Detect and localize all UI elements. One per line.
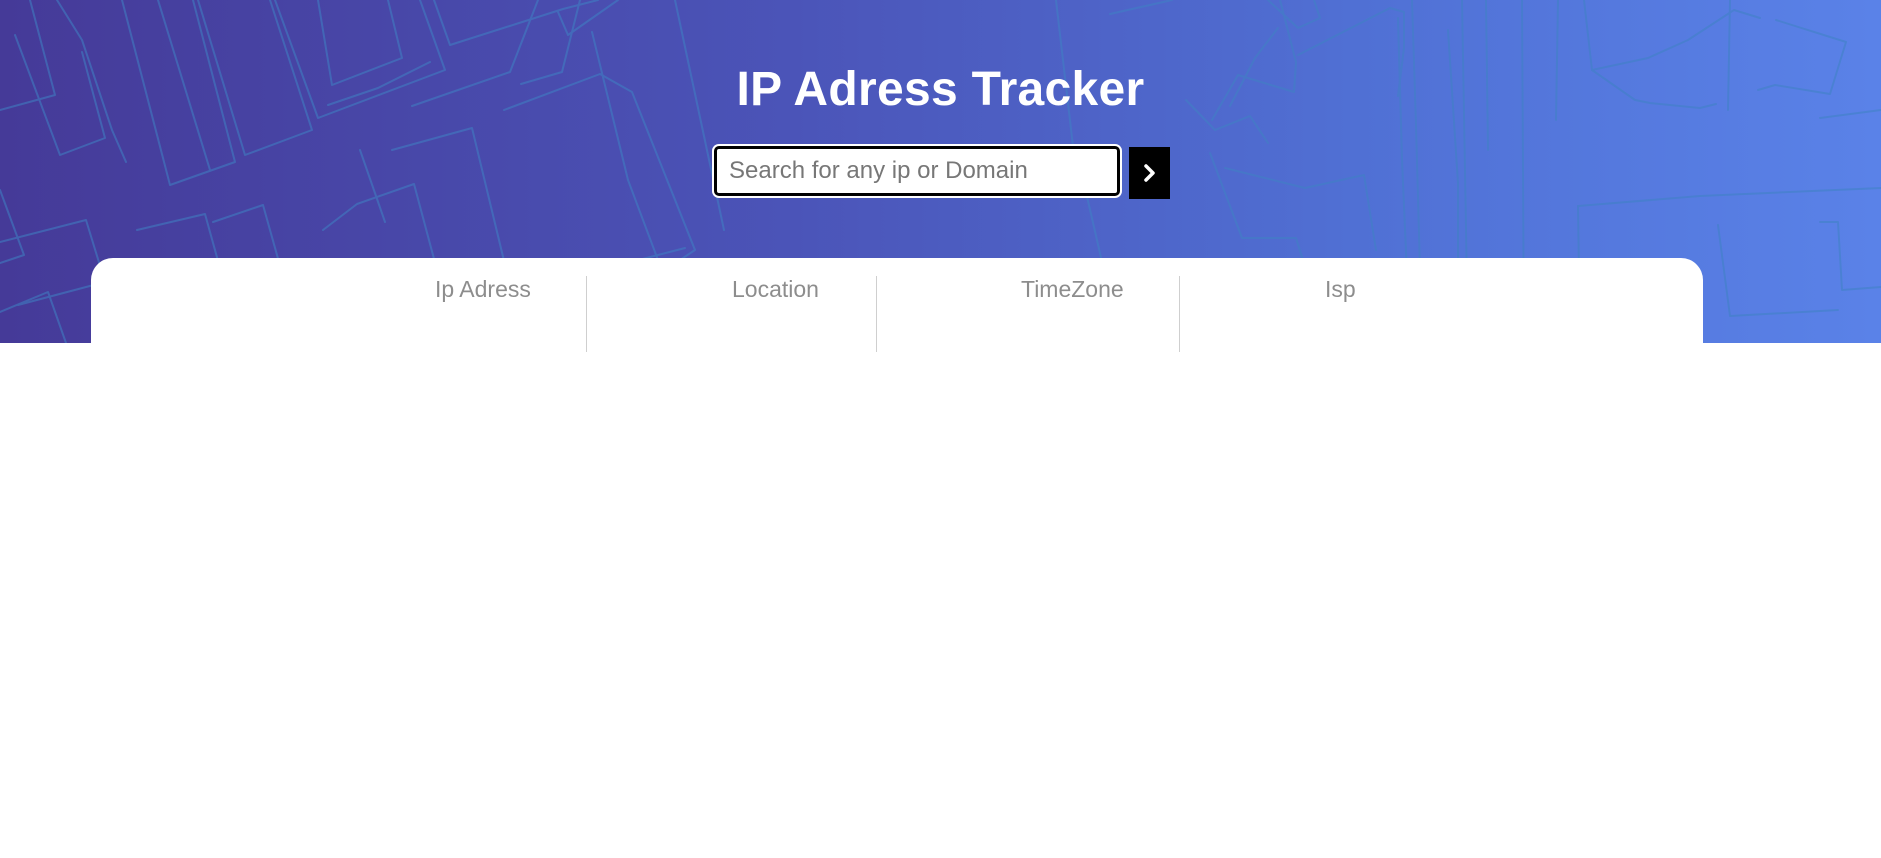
isp-section: Isp: [1325, 276, 1525, 352]
timezone-label: TimeZone: [1021, 276, 1124, 302]
info-divider: [876, 276, 877, 352]
ip-address-section: Ip Adress: [435, 276, 587, 352]
timezone-section: TimeZone: [1021, 276, 1203, 352]
search-form: [714, 146, 1170, 200]
chevron-right-icon: [1143, 164, 1155, 182]
info-divider: [1179, 276, 1180, 352]
page-title: IP Adress Tracker: [736, 63, 1145, 116]
search-submit-button[interactable]: [1129, 147, 1170, 199]
ip-address-label: Ip Adress: [435, 276, 531, 302]
search-input[interactable]: [714, 146, 1120, 196]
ip-tracker-page: IP Adress Tracker Ip Adress Location Tim…: [0, 0, 1881, 858]
ip-info-card: Ip Adress Location TimeZone Isp: [91, 258, 1703, 368]
location-label: Location: [732, 276, 819, 302]
location-section: Location: [732, 276, 912, 352]
isp-label: Isp: [1325, 276, 1356, 302]
info-divider: [586, 276, 587, 352]
